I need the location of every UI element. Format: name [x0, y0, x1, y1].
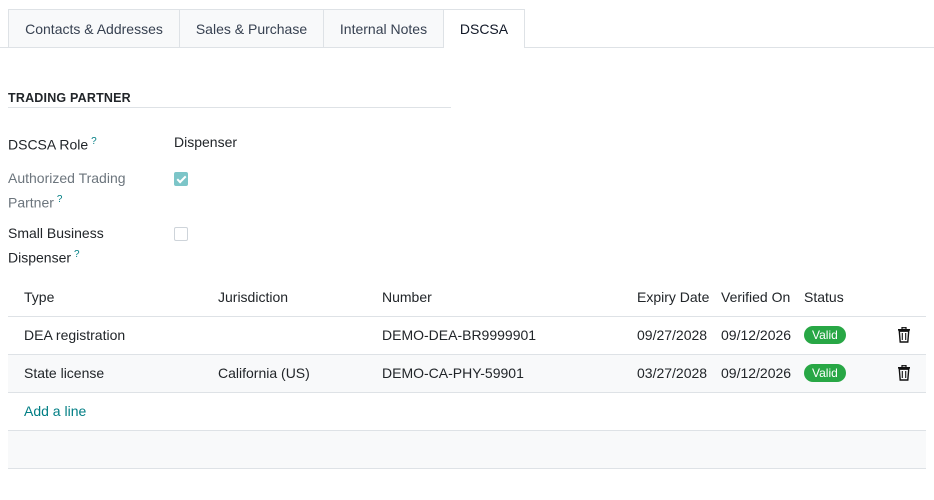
- status-badge: Valid: [804, 364, 846, 382]
- dscsa-role-label-text: DSCSA Role: [8, 136, 89, 153]
- column-header-status[interactable]: Status: [804, 289, 844, 305]
- tab-internal-notes[interactable]: Internal Notes: [323, 9, 444, 47]
- dscsa-role-field[interactable]: Dispenser: [174, 134, 237, 150]
- section-title-trading-partner: TRADING PARTNER: [8, 91, 451, 108]
- cell-verified-on: 09/12/2026: [721, 327, 792, 343]
- small-business-dispenser-label-line2: Dispenser: [8, 249, 72, 266]
- authorized-trading-partner-checkbox[interactable]: [174, 172, 188, 186]
- column-header-verified-on[interactable]: Verified On: [721, 289, 790, 305]
- cell-type: State license: [24, 365, 105, 381]
- column-header-type[interactable]: Type: [24, 289, 54, 305]
- small-business-dispenser-checkbox[interactable]: [174, 227, 188, 241]
- cell-expiry-date: 09/27/2028: [637, 327, 708, 343]
- cell-expiry-date: 03/27/2028: [637, 365, 708, 381]
- table-row[interactable]: State license California (US) DEMO-CA-PH…: [8, 355, 926, 393]
- small-business-dispenser-label: Small Business Dispenser?: [8, 223, 104, 269]
- status-badge: Valid: [804, 326, 846, 344]
- authorized-trading-partner-label-line2: Partner: [8, 194, 54, 211]
- table-header: Type Jurisdiction Number Expiry Date Ver…: [8, 278, 926, 317]
- tab-contacts-addresses[interactable]: Contacts & Addresses: [8, 9, 180, 47]
- small-business-dispenser-label-line1: Small Business: [8, 225, 104, 241]
- licenses-table: Type Jurisdiction Number Expiry Date Ver…: [8, 278, 926, 469]
- add-line-row: Add a line: [8, 393, 926, 431]
- column-header-expiry-date[interactable]: Expiry Date: [637, 289, 709, 305]
- cell-type: DEA registration: [24, 327, 126, 343]
- trash-icon[interactable]: [897, 327, 911, 343]
- authorized-trading-partner-label-line1: Authorized Trading: [8, 170, 126, 186]
- table-footer-row: [8, 431, 926, 469]
- tab-sales-purchase[interactable]: Sales & Purchase: [179, 9, 324, 47]
- tab-dscsa[interactable]: DSCSA: [443, 9, 525, 48]
- dscsa-role-label: DSCSA Role?: [8, 131, 97, 156]
- help-tooltip-icon[interactable]: ?: [91, 136, 97, 147]
- trash-icon[interactable]: [897, 365, 911, 381]
- add-line-link[interactable]: Add a line: [24, 403, 86, 419]
- cell-jurisdiction: California (US): [218, 365, 310, 381]
- help-tooltip-icon[interactable]: ?: [74, 249, 80, 260]
- column-header-number[interactable]: Number: [382, 289, 432, 305]
- notebook-tabs: Contacts & Addresses Sales & Purchase In…: [0, 9, 934, 48]
- column-header-jurisdiction[interactable]: Jurisdiction: [218, 289, 288, 305]
- help-tooltip-icon[interactable]: ?: [57, 194, 63, 205]
- cell-number: DEMO-DEA-BR9999901: [382, 327, 537, 343]
- cell-verified-on: 09/12/2026: [721, 365, 792, 381]
- authorized-trading-partner-label: Authorized Trading Partner?: [8, 168, 126, 214]
- cell-number: DEMO-CA-PHY-59901: [382, 365, 524, 381]
- table-row[interactable]: DEA registration DEMO-DEA-BR9999901 09/2…: [8, 317, 926, 355]
